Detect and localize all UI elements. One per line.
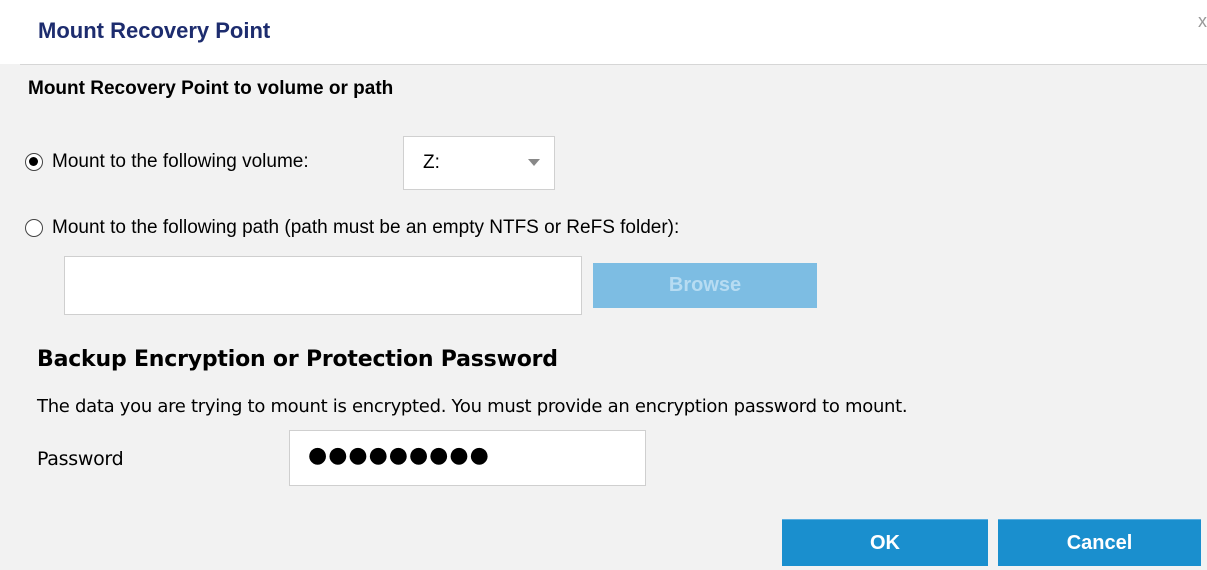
volume-option-label: Mount to the following volume:: [52, 151, 309, 172]
browse-button[interactable]: Browse: [593, 263, 817, 308]
dialog-titlebar: Mount Recovery Point x: [0, 0, 1207, 64]
mount-recovery-point-dialog: Mount Recovery Point x Mount Recovery Po…: [0, 0, 1207, 570]
encryption-heading: Backup Encryption or Protection Password: [37, 347, 558, 372]
path-option-row[interactable]: Mount to the following path (path must b…: [25, 217, 679, 239]
dialog-title: Mount Recovery Point: [38, 18, 271, 43]
ok-button[interactable]: OK: [782, 519, 988, 566]
encryption-description: The data you are trying to mount is encr…: [37, 396, 908, 417]
radio-unchecked-icon[interactable]: [25, 219, 43, 237]
path-input[interactable]: [64, 256, 582, 315]
radio-checked-icon[interactable]: [25, 153, 43, 171]
password-label: Password: [37, 448, 124, 470]
cancel-button[interactable]: Cancel: [998, 519, 1201, 566]
volume-select-value: Z:: [423, 152, 440, 173]
title-divider: [20, 64, 1207, 65]
password-mask: ●●●●●●●●●: [308, 443, 490, 468]
volume-option-row[interactable]: Mount to the following volume:: [25, 151, 309, 173]
section-heading: Mount Recovery Point to volume or path: [28, 78, 394, 99]
chevron-down-icon[interactable]: [528, 159, 540, 166]
password-field[interactable]: ●●●●●●●●●: [289, 430, 646, 486]
volume-select[interactable]: Z:: [403, 136, 555, 190]
path-option-label: Mount to the following path (path must b…: [52, 217, 680, 238]
close-icon[interactable]: x: [1198, 12, 1207, 30]
